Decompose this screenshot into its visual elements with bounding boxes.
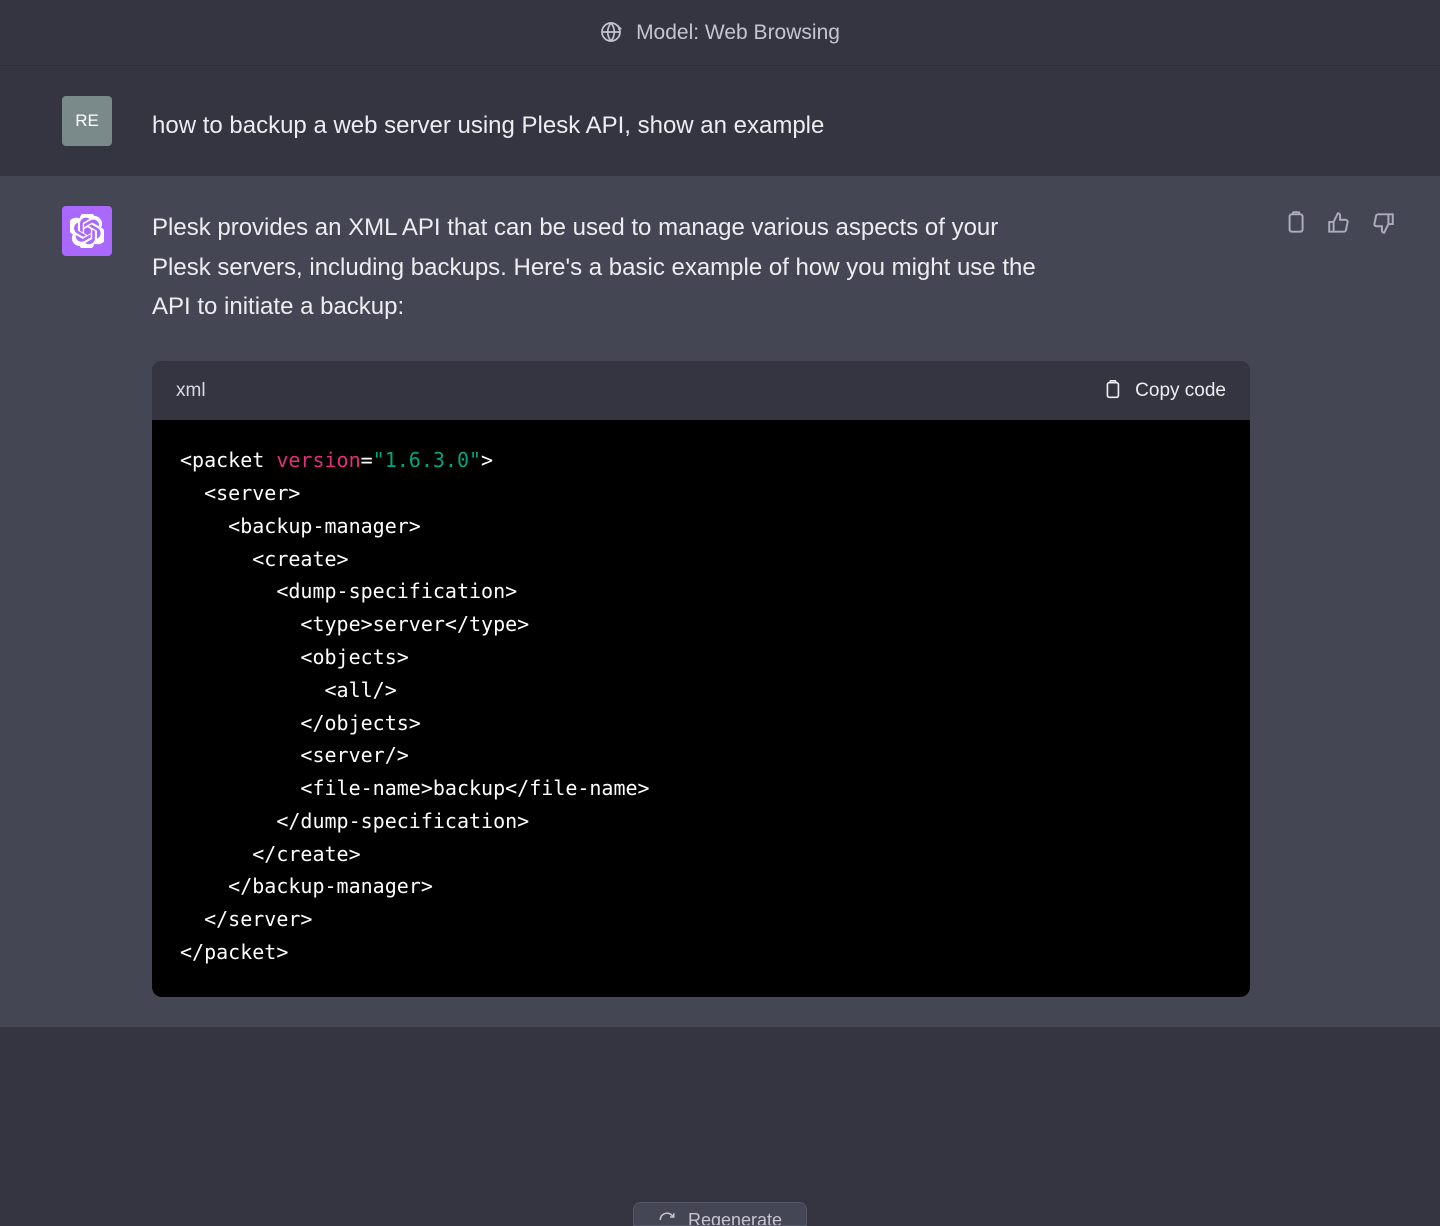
regenerate-label: Regenerate <box>688 1210 782 1226</box>
clipboard-icon <box>1101 379 1123 401</box>
user-avatar: RE <box>62 96 112 146</box>
thumbs-up-icon[interactable] <box>1326 210 1352 236</box>
user-initials: RE <box>75 111 99 131</box>
globe-browse-icon <box>600 21 624 45</box>
regenerate-icon <box>658 1211 676 1226</box>
code-content: <packet version="1.6.3.0"> <server> <bac… <box>152 420 1250 997</box>
regenerate-button[interactable]: Regenerate <box>633 1202 807 1226</box>
copy-code-button[interactable]: Copy code <box>1101 375 1226 406</box>
thumbs-down-icon[interactable] <box>1370 210 1396 236</box>
model-label: Model: Web Browsing <box>636 21 840 45</box>
assistant-message-content: Plesk provides an XML API that can be us… <box>152 206 1062 997</box>
feedback-buttons <box>1282 210 1396 236</box>
code-language-label: xml <box>176 375 206 406</box>
user-message-text: how to backup a web server using Plesk A… <box>152 96 1062 146</box>
model-bar: Model: Web Browsing <box>0 0 1440 66</box>
copy-code-label: Copy code <box>1135 375 1226 406</box>
code-block: xml Copy code <packet version="1.6.3.0">… <box>152 361 1250 997</box>
assistant-intro-text: Plesk provides an XML API that can be us… <box>152 208 1062 327</box>
code-header: xml Copy code <box>152 361 1250 420</box>
assistant-avatar <box>62 206 112 256</box>
assistant-message-row: Plesk provides an XML API that can be us… <box>0 176 1440 1027</box>
regenerate-wrap: Regenerate <box>0 1184 1440 1226</box>
user-message-row: RE how to backup a web server using Ples… <box>0 66 1440 176</box>
clipboard-icon[interactable] <box>1282 210 1308 236</box>
